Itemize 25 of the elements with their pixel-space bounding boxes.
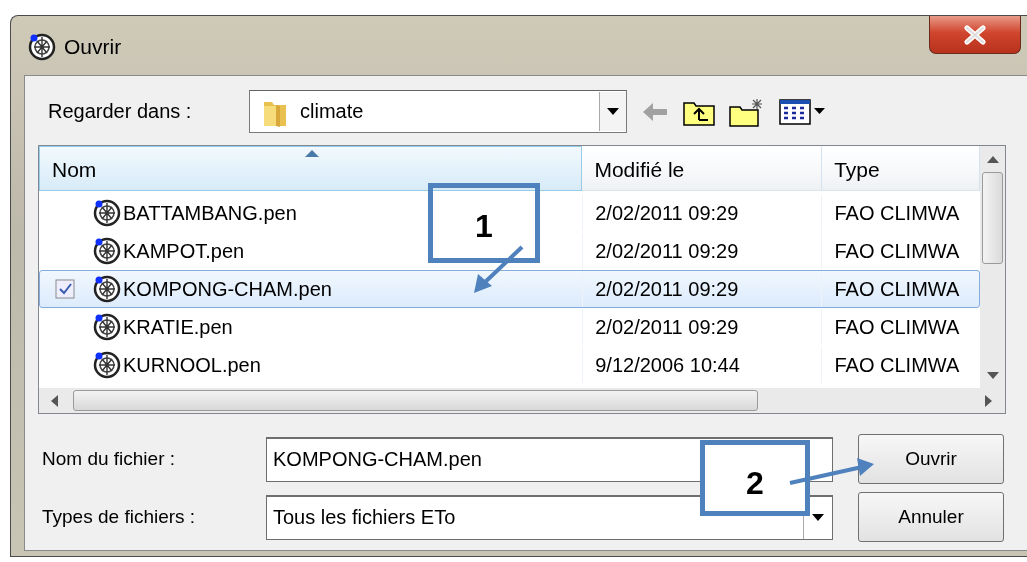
- column-title: Modifié le: [594, 158, 685, 182]
- type-cell: FAO CLIMWA: [834, 239, 960, 263]
- date-cell: 2/02/2011 09:29: [595, 315, 739, 339]
- step-callout-tooltip: 1: [428, 183, 540, 263]
- date-cell: 2/02/2011 09:29: [595, 239, 739, 263]
- file-name-label: Nom du fichier :: [42, 448, 177, 470]
- window-title: Ouvrir: [64, 35, 122, 59]
- file-name: KRATIE.pen: [123, 315, 233, 339]
- look-in-label: Regarder dans :: [48, 100, 193, 123]
- type-cell: FAO CLIMWA: [834, 315, 960, 339]
- file-name: KOMPONG-CHAM.pen: [123, 277, 332, 301]
- file-name: KURNOOL.pen: [123, 353, 261, 377]
- date-cell: 2/02/2011 09:29: [595, 201, 739, 225]
- step-callout-tooltip: 2: [700, 440, 810, 516]
- type-cell: FAO CLIMWA: [834, 201, 960, 225]
- folder-name: climate: [300, 100, 365, 123]
- file-name: KAMPOT.pen: [123, 239, 245, 263]
- type-cell: FAO CLIMWA: [834, 353, 960, 377]
- file-name: BATTAMBANG.pen: [123, 201, 297, 225]
- column-title: Type: [834, 158, 880, 182]
- file-type-label: Types de fichiers :: [42, 506, 197, 528]
- column-title: Nom: [52, 158, 97, 182]
- date-cell: 9/12/2006 10:44: [595, 353, 740, 377]
- type-cell: FAO CLIMWA: [834, 277, 960, 301]
- date-cell: 2/02/2011 09:29: [595, 277, 739, 301]
